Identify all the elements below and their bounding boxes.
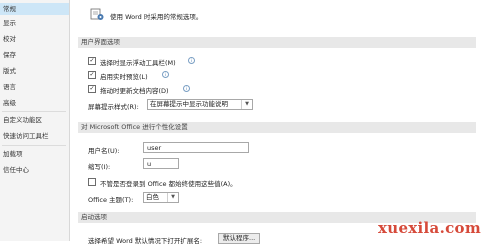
sidebar-item-save[interactable]: 保存 (0, 49, 69, 61)
screentip-style-label: 屏幕提示样式(R): (88, 103, 139, 111)
info-icon[interactable]: i (183, 85, 190, 92)
initials-label: 缩写(I): (88, 163, 111, 171)
office-theme-select[interactable]: 白色 ▼ (143, 192, 179, 203)
office-theme-value: 白色 (146, 193, 159, 201)
live-preview-checkbox[interactable]: ✓ (88, 71, 96, 79)
screentip-style-select[interactable]: 在屏幕提示中显示功能说明 ▼ (147, 99, 253, 110)
floating-toolbar-label: 选择时显示浮动工具栏(M) (100, 59, 176, 67)
username-label: 用户名(U): (88, 147, 120, 155)
sidebar-item-add-ins[interactable]: 加载项 (0, 148, 69, 160)
update-content-label: 拖动时更新文档内容(D) (100, 87, 169, 95)
screentip-style-value: 在屏幕提示中显示功能说明 (150, 100, 228, 108)
initials-input[interactable]: u (143, 158, 179, 169)
personalize-header: 对 Microsoft Office 进行个性化设置 (78, 122, 476, 133)
sidebar-item-proofing[interactable]: 校对 (0, 33, 69, 45)
username-input[interactable]: user (143, 142, 249, 153)
intro-text: 使用 Word 时采用的常规选项。 (110, 13, 203, 21)
ui-options-header: 用户界面选项 (78, 37, 476, 48)
sidebar-item-general[interactable]: 常规 (0, 3, 69, 15)
sidebar-item-advanced[interactable]: 高级 (0, 97, 69, 109)
info-icon[interactable]: i (188, 57, 195, 64)
chevron-down-icon: ▼ (241, 100, 252, 109)
sidebar-item-customize-ribbon[interactable]: 自定义功能区 (0, 114, 69, 126)
sidebar-item-trust-center[interactable]: 信任中心 (0, 164, 69, 176)
default-extension-label: 选择希望 Word 默认情况下打开扩展名: (88, 237, 203, 245)
sidebar-item-language[interactable]: 语言 (0, 81, 69, 93)
sidebar-item-quick-access-toolbar[interactable]: 快速访问工具栏 (0, 130, 69, 142)
info-icon[interactable]: i (162, 71, 169, 78)
options-sidebar: 常规 显示 校对 保存 版式 语言 高级 自定义功能区 快速访问工具栏 加载项 … (0, 0, 70, 241)
sidebar-divider (2, 111, 66, 112)
chevron-down-icon: ▼ (167, 193, 178, 202)
update-content-checkbox[interactable]: ✓ (88, 85, 96, 93)
always-use-values-label: 不管是否登录到 Office 都始终使用这些值(A)。 (100, 180, 237, 188)
office-theme-label: Office 主题(T): (88, 196, 134, 204)
watermark-text: xuexila.com (378, 219, 481, 237)
general-settings-icon (90, 7, 104, 21)
default-programs-button[interactable]: 默认程序... (218, 233, 261, 244)
always-use-values-checkbox[interactable] (88, 178, 96, 186)
sidebar-item-layout[interactable]: 版式 (0, 65, 69, 77)
sidebar-item-display[interactable]: 显示 (0, 17, 69, 29)
floating-toolbar-checkbox[interactable]: ✓ (88, 57, 96, 65)
sidebar-divider (2, 145, 66, 146)
live-preview-label: 启用实时预览(L) (100, 73, 148, 81)
general-options-panel: 使用 Word 时采用的常规选项。 用户界面选项 ✓ 选择时显示浮动工具栏(M)… (70, 0, 485, 245)
